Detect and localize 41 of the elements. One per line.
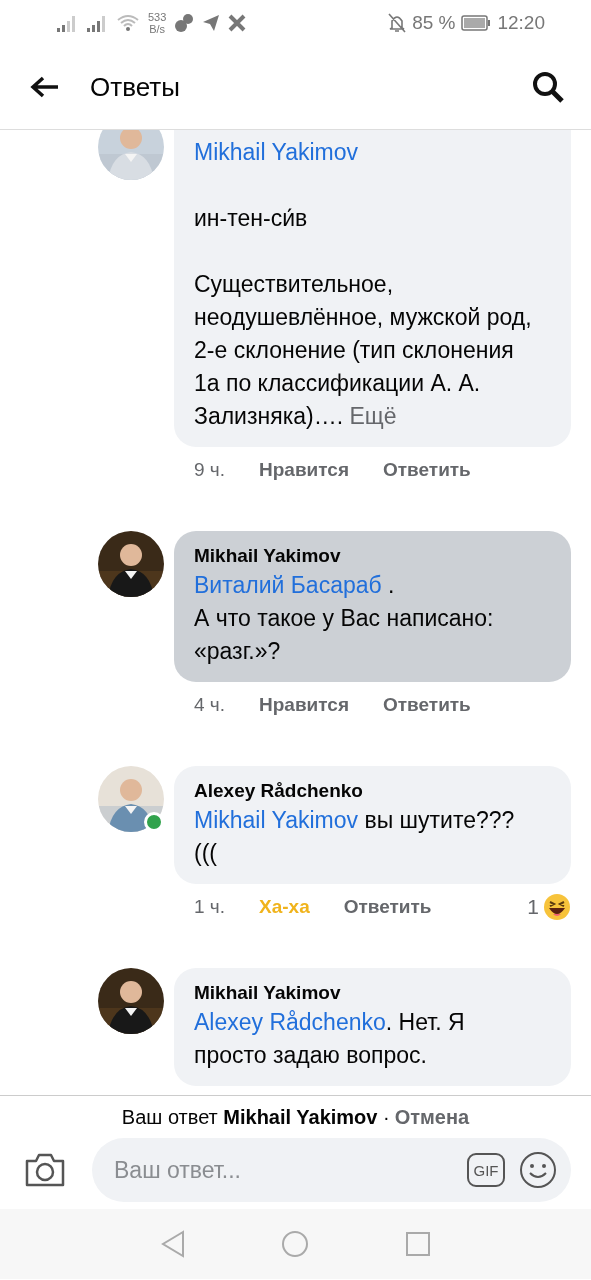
network-speed-unit: B/s xyxy=(149,22,166,35)
replying-to-text: Ваш ответ Mikhail Yakimov · xyxy=(121,1106,390,1129)
comment-time: 9 ч. xyxy=(194,459,226,481)
battery-percent: 85 % xyxy=(412,11,456,34)
mention-link[interactable]: Mikhail Yakimov xyxy=(194,139,359,165)
reply-button[interactable]: Ответить xyxy=(383,459,471,481)
laughing-emoji-icon xyxy=(543,893,571,921)
comment-time: 1 ч. xyxy=(194,896,226,918)
reply-button[interactable]: Ответить xyxy=(383,694,471,716)
comment-author[interactable]: Mikhail Yakimov xyxy=(194,543,537,569)
mention-link[interactable]: Mikhail Yakimov xyxy=(194,807,359,833)
comment-author[interactable]: Mikhail Yakimov xyxy=(194,980,537,1006)
camera-icon[interactable] xyxy=(24,1152,66,1188)
reaction-count: 1 xyxy=(527,895,539,919)
muted-bell-icon xyxy=(388,12,407,33)
see-more-link[interactable]: Ещё xyxy=(349,403,397,429)
reaction-button[interactable]: Нравится xyxy=(259,459,349,481)
signal-icon xyxy=(56,13,78,32)
comment-text: Alexey Rådchenko. Нет. Я просто задаю вопрос. xyxy=(194,1008,466,1070)
reaction-button[interactable]: Нравится xyxy=(259,694,349,716)
reply-input-field[interactable]: Ваш ответ... GIF xyxy=(92,1138,571,1202)
page-title: Ответы xyxy=(90,71,180,103)
wifi-icon xyxy=(116,13,140,32)
emoji-icon[interactable] xyxy=(519,1151,557,1189)
comment-time: 4 ч. xyxy=(194,694,226,716)
comment-text: Mikhail Yakimov ин-тен-си́в Существительное, неодушевлённое, мужской род, 2-е склонение (тип склонения 1а по классификации А. А. Зализняка)…. Ещё xyxy=(194,138,533,431)
comment-text: Mikhail Yakimov вы шутите???((( xyxy=(194,806,516,868)
cancel-link[interactable]: Отмена xyxy=(394,1106,470,1129)
clock: 12:20 xyxy=(497,11,545,34)
mention-link[interactable]: Виталий Басараб xyxy=(194,572,382,598)
reply-button[interactable]: Ответить xyxy=(343,896,432,918)
battery-icon xyxy=(461,14,492,31)
signal-icon xyxy=(86,13,108,32)
back-button[interactable] xyxy=(30,75,60,99)
gif-button[interactable]: GIF xyxy=(467,1153,505,1187)
comment-author[interactable]: Alexey Rådchenko xyxy=(194,778,537,804)
paper-plane-icon xyxy=(202,13,221,32)
search-button[interactable] xyxy=(531,70,565,104)
comment-text: Виталий Басараб . А что такое у Вас написано: «разг.»? xyxy=(194,571,495,666)
network-speed: 533 xyxy=(148,10,167,23)
mention-link[interactable]: Alexey Rådchenko xyxy=(194,1009,386,1035)
